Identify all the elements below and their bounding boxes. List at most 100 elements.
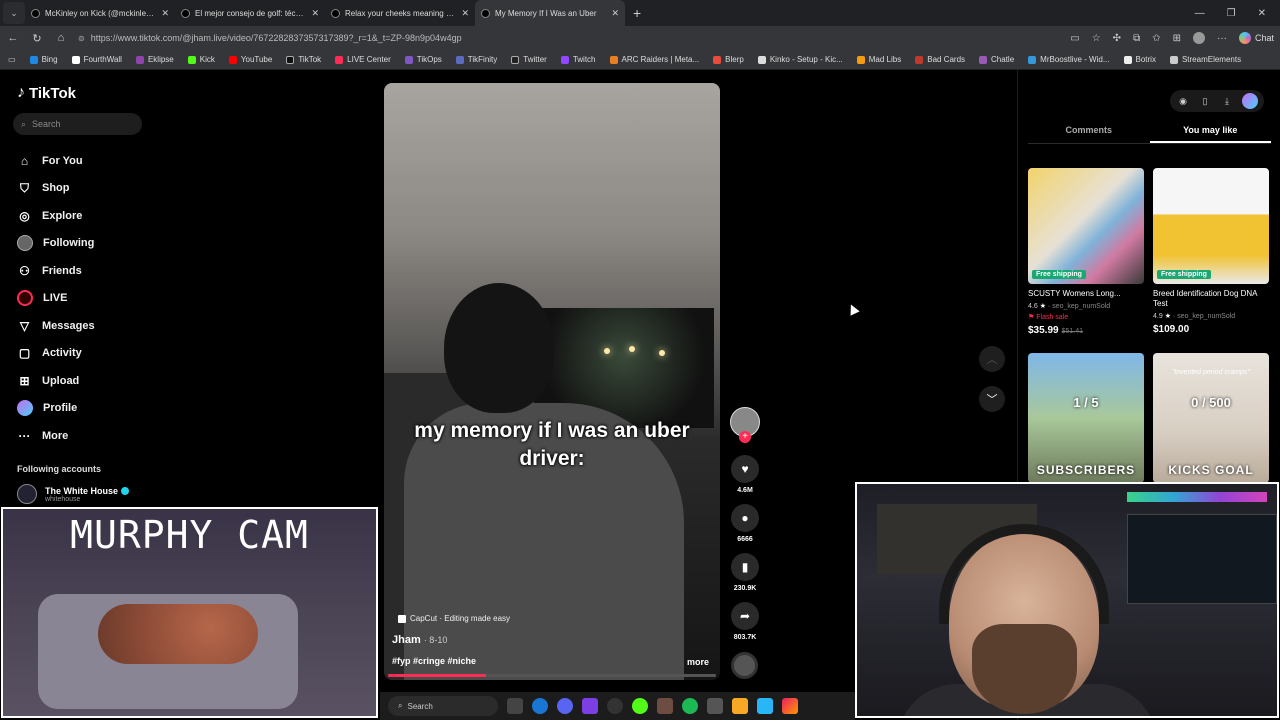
bookmark-item[interactable]: FourthWall bbox=[71, 55, 122, 64]
heart-icon: ♥ bbox=[731, 455, 759, 483]
task-view-icon[interactable] bbox=[507, 698, 523, 714]
favorites-icon[interactable]: ✩ bbox=[1152, 33, 1160, 44]
url-field[interactable]: ⊜ https://www.tiktok.com/@jham.live/vide… bbox=[78, 29, 1060, 47]
notepad-icon[interactable] bbox=[757, 698, 773, 714]
save-action[interactable]: ▮ 230.9K bbox=[729, 553, 761, 592]
tab-close-icon[interactable]: ✕ bbox=[311, 8, 319, 19]
taskbar-search[interactable]: ⌕ Search bbox=[388, 696, 498, 716]
reader-icon[interactable]: ▭ bbox=[1070, 33, 1079, 44]
favorite-star-icon[interactable]: ☆ bbox=[1092, 33, 1101, 44]
bookmark-item[interactable]: ARC Raiders | Meta... bbox=[609, 55, 699, 64]
edge-icon[interactable] bbox=[532, 698, 548, 714]
bookmark-item[interactable]: StreamElements bbox=[1169, 55, 1241, 64]
app-icon[interactable] bbox=[657, 698, 673, 714]
browser-tab[interactable]: McKinley on Kick (@mckinley.tv) | ✕ bbox=[25, 0, 175, 26]
next-video-icon[interactable]: ﹀ bbox=[979, 386, 1005, 412]
sidebar-item-messages[interactable]: ▽ Messages bbox=[17, 312, 95, 340]
like-action[interactable]: ♥ 4.6M bbox=[729, 455, 761, 494]
sidebar-item-activity[interactable]: ▢ Activity bbox=[17, 340, 95, 368]
following-account-item[interactable]: The White House whitehouse bbox=[17, 484, 130, 504]
bookmark-item[interactable]: TikFinity bbox=[455, 55, 497, 64]
obs-icon[interactable] bbox=[607, 698, 623, 714]
discord-icon[interactable] bbox=[557, 698, 573, 714]
bookmark-item[interactable]: Kick bbox=[187, 55, 215, 64]
video-progress-bar[interactable] bbox=[388, 674, 716, 677]
site-info-icon[interactable]: ⊜ bbox=[78, 34, 85, 43]
chat-button[interactable]: Chat bbox=[1238, 32, 1274, 44]
device-icon[interactable]: ▯ bbox=[1198, 94, 1212, 108]
browser-tab[interactable]: Relax your cheeks meaning at the ✕ bbox=[325, 0, 475, 26]
sidebar-item-for-you[interactable]: ⌂ For You bbox=[17, 147, 95, 175]
new-tab-button[interactable]: + bbox=[625, 5, 649, 21]
bookmark-item[interactable]: Twitter bbox=[511, 55, 547, 64]
capcut-tag[interactable]: CapCut · Editing made easy bbox=[398, 614, 510, 623]
bookmark-item[interactable]: TikTok bbox=[286, 55, 321, 64]
recommended-video-thumb[interactable]: "invented period cramps" 0 / 500 KICKS G… bbox=[1153, 353, 1269, 483]
close-window-icon[interactable]: ✕ bbox=[1258, 8, 1266, 19]
sidebar-item-live[interactable]: LIVE bbox=[17, 285, 95, 313]
minimize-icon[interactable]: — bbox=[1195, 8, 1205, 19]
previous-video-icon[interactable]: ︿ bbox=[979, 346, 1005, 372]
tab-close-icon[interactable]: ✕ bbox=[461, 8, 469, 19]
search-input[interactable]: ⌕ Search bbox=[13, 113, 142, 135]
bookmark-item[interactable]: TikOps bbox=[404, 55, 442, 64]
spotify-icon[interactable] bbox=[682, 698, 698, 714]
bookmark-item[interactable]: Botrix bbox=[1123, 55, 1156, 64]
split-screen-icon[interactable]: ⧉ bbox=[1133, 33, 1140, 44]
tab-close-icon[interactable]: ✕ bbox=[611, 8, 619, 19]
coin-icon[interactable]: ◉ bbox=[1176, 94, 1190, 108]
sidebar-item-following[interactable]: Following bbox=[17, 230, 95, 258]
sidebar-item-profile[interactable]: Profile bbox=[17, 395, 95, 423]
browser-tab[interactable]: El mejor consejo de golf: técnica y ✕ bbox=[175, 0, 325, 26]
video-player[interactable]: my memory if I was an uber driver: CapCu… bbox=[384, 83, 720, 680]
sidebar-item-friends[interactable]: ⚇ Friends bbox=[17, 257, 95, 285]
tiktok-logo[interactable]: ♪ TikTok bbox=[17, 84, 76, 102]
video-author[interactable]: Jham · 8-10 bbox=[392, 634, 447, 646]
tab-comments[interactable]: Comments bbox=[1028, 122, 1150, 143]
steam-icon[interactable] bbox=[707, 698, 723, 714]
bookmark-folder-icon[interactable]: ▭ bbox=[8, 55, 16, 64]
download-icon[interactable]: ⤓ bbox=[1220, 94, 1234, 108]
browser-tab-active[interactable]: My Memory If I Was an Uber ✕ bbox=[475, 0, 625, 26]
tab-close-icon[interactable]: ✕ bbox=[161, 8, 169, 19]
share-action[interactable]: ➦ 803.7K bbox=[729, 602, 761, 641]
user-avatar[interactable] bbox=[1242, 93, 1258, 109]
bookmark-item[interactable]: Mad Libs bbox=[856, 55, 901, 64]
sidebar-item-explore[interactable]: ◎ Explore bbox=[17, 202, 95, 230]
music-disc-icon[interactable] bbox=[731, 652, 758, 679]
bookmark-item[interactable]: Twitch bbox=[560, 55, 596, 64]
bookmark-item[interactable]: Chatle bbox=[979, 55, 1014, 64]
bookmark-item[interactable]: LIVE Center bbox=[335, 55, 391, 64]
bookmark-item[interactable]: Blerp bbox=[713, 55, 744, 64]
menu-dots-icon[interactable]: ··· bbox=[1217, 33, 1227, 44]
bookmark-item[interactable]: Kinko - Setup - Kic... bbox=[757, 55, 843, 64]
restore-icon[interactable]: ❐ bbox=[1227, 8, 1236, 19]
profile-avatar[interactable] bbox=[1192, 32, 1205, 44]
refresh-icon[interactable]: ↻ bbox=[30, 32, 44, 45]
more-button[interactable]: more bbox=[687, 657, 709, 667]
bookmark-item[interactable]: YouTube bbox=[228, 55, 272, 64]
collections-icon[interactable]: ⊞ bbox=[1173, 33, 1181, 44]
kick-app-icon[interactable] bbox=[632, 698, 648, 714]
recommended-video-thumb[interactable]: 1 / 5 SUBSCRIBERS bbox=[1028, 353, 1144, 483]
sidebar-item-more[interactable]: ··· More bbox=[17, 422, 95, 450]
sidebar-item-shop[interactable]: ⛉ Shop bbox=[17, 175, 95, 203]
sidebar-item-upload[interactable]: ⊞ Upload bbox=[17, 367, 95, 395]
product-card[interactable]: Free shipping Breed Identification Dog D… bbox=[1153, 168, 1269, 335]
extensions-icon[interactable]: ✣ bbox=[1113, 33, 1121, 44]
file-explorer-icon[interactable] bbox=[732, 698, 748, 714]
back-icon[interactable]: ← bbox=[6, 32, 20, 44]
comment-action[interactable]: ● 6666 bbox=[729, 504, 761, 543]
bookmark-item[interactable]: Bing bbox=[29, 55, 58, 64]
bookmark-item[interactable]: Eklipse bbox=[135, 55, 174, 64]
product-card[interactable]: Free shipping SCUSTY Womens Long... 4.6 … bbox=[1028, 168, 1144, 336]
photos-icon[interactable] bbox=[782, 698, 798, 714]
follow-plus-icon[interactable]: + bbox=[739, 431, 751, 443]
tab-actions-icon[interactable]: ⌄ bbox=[3, 2, 25, 24]
video-hashtags[interactable]: #fyp #cringe #niche bbox=[392, 656, 476, 666]
app-grid-icon[interactable] bbox=[582, 698, 598, 714]
bookmark-item[interactable]: Bad Cards bbox=[915, 55, 965, 64]
bookmark-item[interactable]: MrBoostlive - Wid... bbox=[1028, 55, 1110, 64]
home-icon[interactable]: ⌂ bbox=[54, 32, 68, 44]
tab-you-may-like[interactable]: You may like bbox=[1149, 122, 1271, 143]
